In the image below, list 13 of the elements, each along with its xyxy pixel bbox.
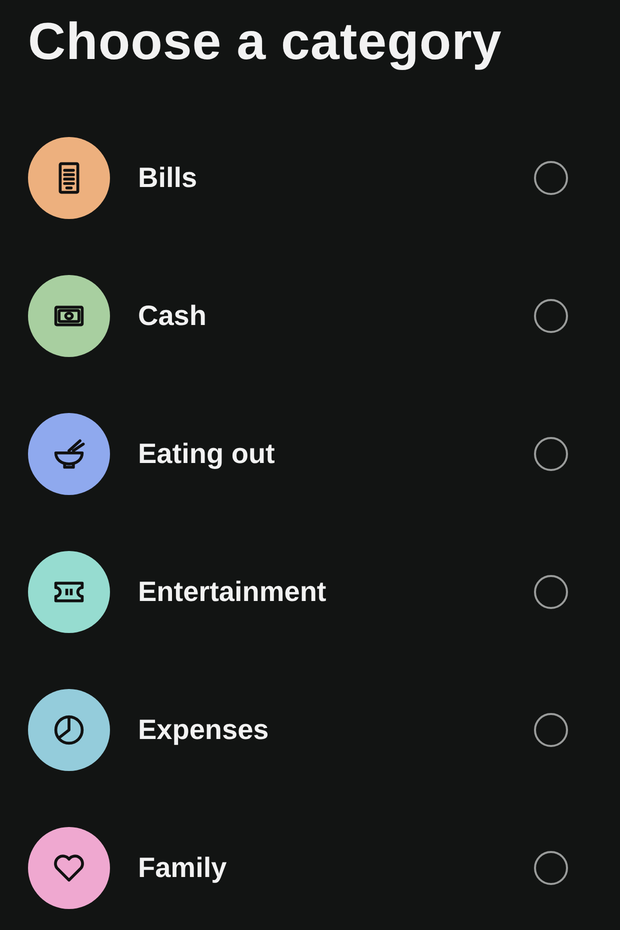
radio-button[interactable] bbox=[534, 851, 568, 885]
radio-button[interactable] bbox=[534, 161, 568, 195]
category-label[interactable]: Eating out bbox=[138, 438, 534, 470]
page-title: Choose a category bbox=[28, 12, 503, 73]
radio-button[interactable] bbox=[534, 713, 568, 747]
category-label[interactable]: Family bbox=[138, 852, 534, 884]
radio-button[interactable] bbox=[534, 299, 568, 333]
category-label[interactable]: Expenses bbox=[138, 714, 534, 746]
category-label[interactable]: Bills bbox=[138, 162, 534, 194]
radio-button[interactable] bbox=[534, 437, 568, 471]
radio-button[interactable] bbox=[534, 575, 568, 609]
category-label[interactable]: Cash bbox=[138, 300, 534, 332]
category-label[interactable]: Entertainment bbox=[138, 576, 534, 608]
